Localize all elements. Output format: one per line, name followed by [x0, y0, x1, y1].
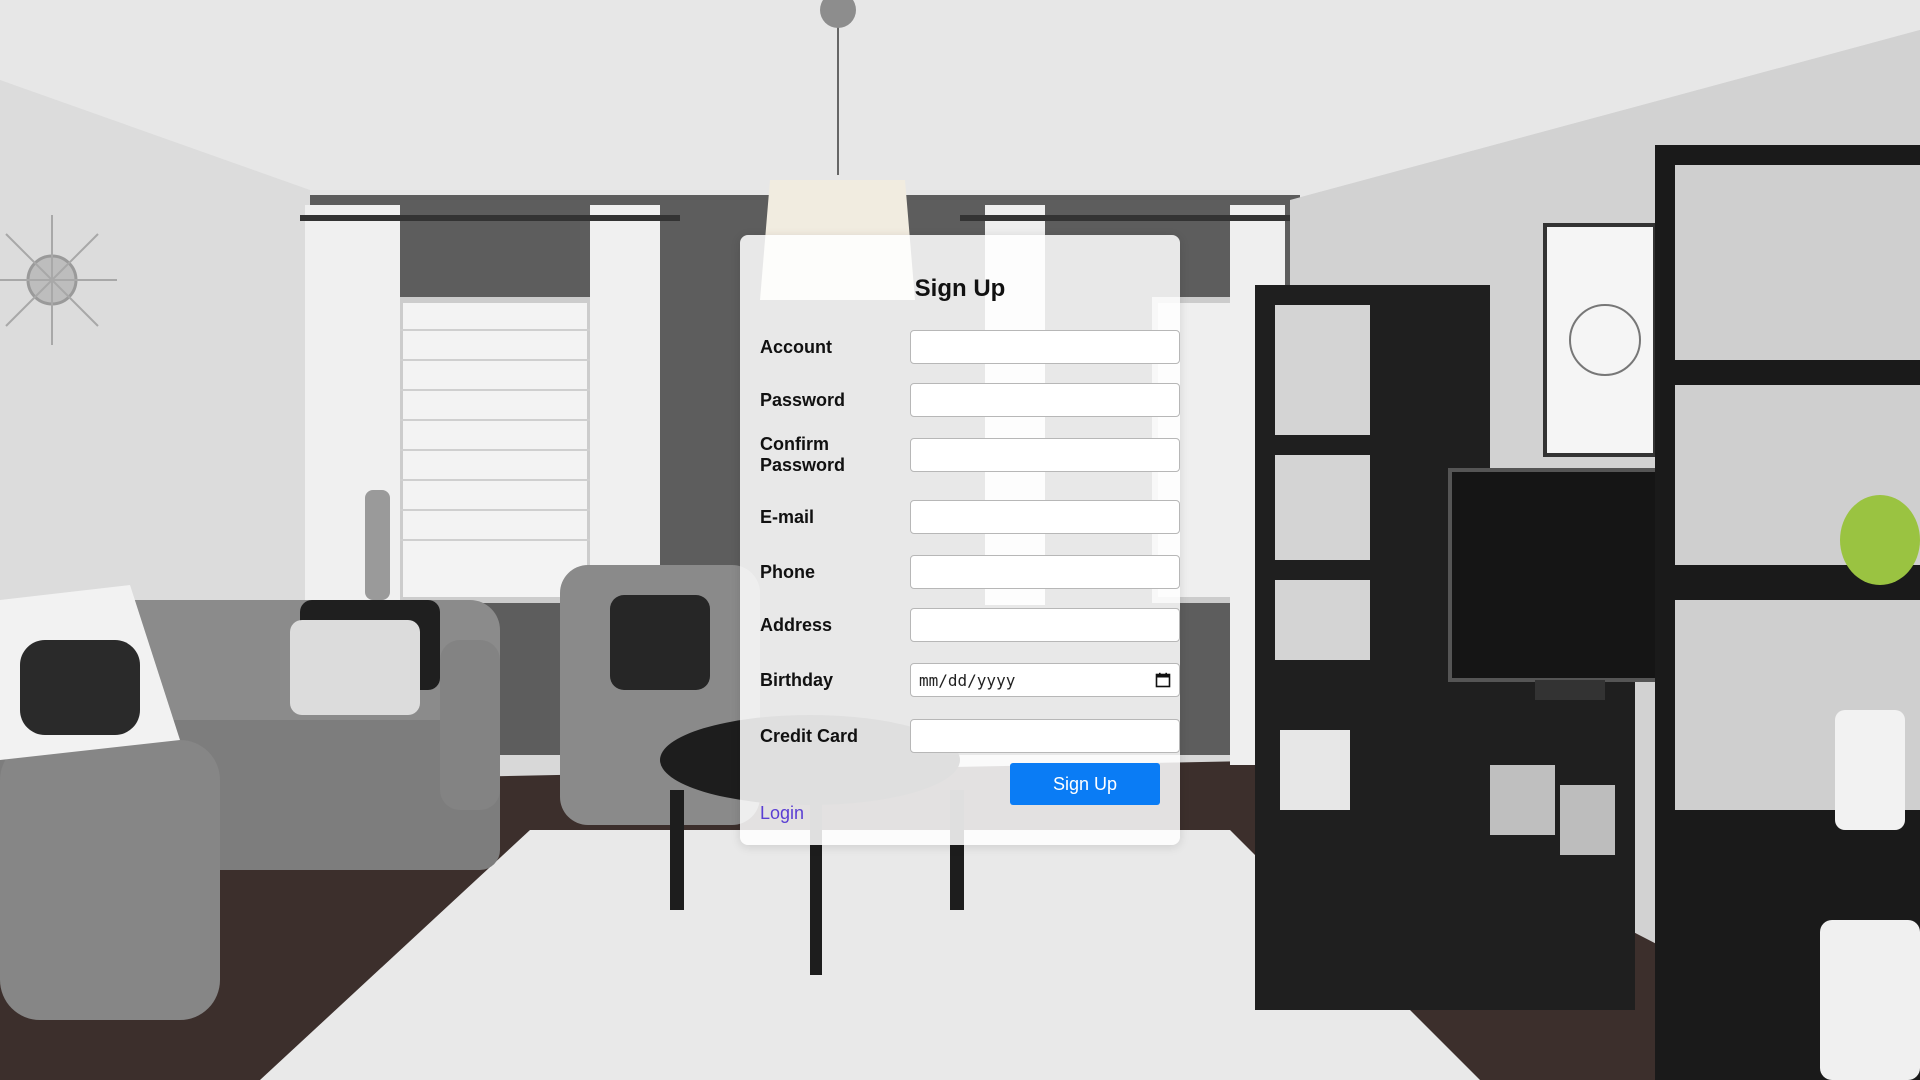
email-label: E-mail	[760, 506, 815, 527]
calendar-icon[interactable]	[1155, 672, 1171, 688]
phone-row: Phone	[760, 555, 1180, 589]
login-link[interactable]: Login	[760, 803, 804, 824]
credit-card-row: Credit Card	[760, 719, 1180, 753]
signup-card: Sign Up Account Password Confirm Passwor…	[740, 235, 1180, 845]
credit-card-label: Credit Card	[760, 725, 859, 746]
confirm-password-input[interactable]	[910, 438, 1180, 472]
password-row: Password	[760, 383, 1180, 417]
birthday-placeholder: mm/dd/yyyy	[919, 670, 1016, 690]
password-label: Password	[760, 389, 846, 410]
account-input[interactable]	[910, 330, 1180, 364]
birthday-input[interactable]: mm/dd/yyyy	[910, 663, 1180, 697]
confirm-password-label: Confirm Password	[760, 434, 846, 475]
birthday-row: Birthday mm/dd/yyyy	[760, 663, 1180, 697]
confirm-password-row: Confirm Password	[760, 434, 1180, 475]
address-input[interactable]	[910, 608, 1180, 642]
email-row: E-mail	[760, 500, 1180, 534]
address-label: Address	[760, 614, 833, 635]
phone-label: Phone	[760, 561, 816, 582]
account-label: Account	[760, 336, 832, 357]
account-row: Account	[760, 330, 1180, 364]
form-title: Sign Up	[914, 275, 1006, 302]
password-input[interactable]	[910, 383, 1180, 417]
address-row: Address	[760, 608, 1180, 642]
phone-input[interactable]	[910, 555, 1180, 589]
email-input[interactable]	[910, 500, 1180, 534]
credit-card-input[interactable]	[910, 719, 1180, 753]
birthday-label: Birthday	[760, 669, 834, 690]
sign-up-button[interactable]: Sign Up	[1010, 763, 1160, 805]
